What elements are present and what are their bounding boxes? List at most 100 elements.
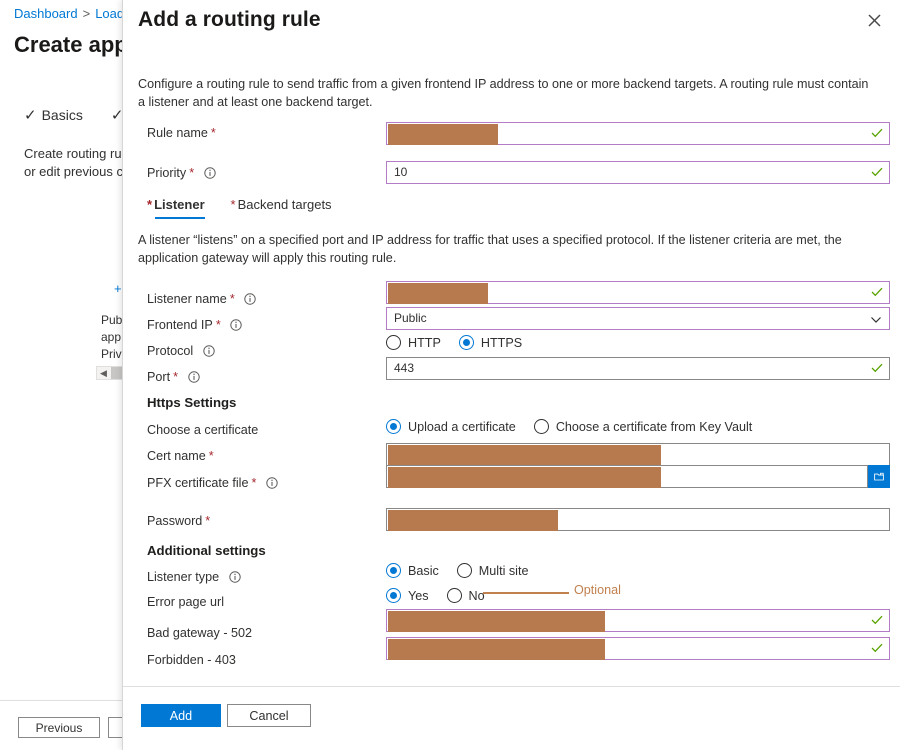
- radio-icon[interactable]: [446, 588, 462, 603]
- background-note-line2: or edit previous co: [24, 164, 131, 179]
- certificate-option-upload[interactable]: Upload a certificate: [386, 419, 516, 434]
- forbidden-label: Forbidden - 403: [147, 653, 236, 667]
- listener-description: A listener “listens” on a specified port…: [138, 233, 842, 265]
- rule-name-label-text: Rule name: [147, 126, 208, 140]
- listener-type-radio-group: Basic Multi site: [386, 563, 546, 578]
- additional-settings-header: Additional settings: [147, 543, 266, 558]
- priority-label: Priority *: [147, 166, 216, 182]
- bad-gateway-input[interactable]: [386, 609, 890, 632]
- error-page-url-option-no[interactable]: No: [446, 588, 485, 603]
- redacted-value: [388, 283, 488, 304]
- add-icon[interactable]: +: [114, 281, 122, 296]
- optional-label: Optional: [574, 583, 621, 597]
- listener-type-label: Listener type: [147, 570, 241, 586]
- redacted-value: [388, 611, 605, 632]
- frontend-ip-select[interactable]: Public: [386, 307, 890, 330]
- scroll-left-icon[interactable]: ◀: [100, 367, 107, 379]
- choose-certificate-label: Choose a certificate: [147, 423, 259, 437]
- cert-name-label-text: Cert name: [147, 449, 206, 463]
- error-page-url-option-yes[interactable]: Yes: [386, 588, 429, 603]
- required-asterisk: *: [229, 292, 235, 306]
- info-icon[interactable]: [228, 571, 241, 586]
- required-asterisk: *: [210, 126, 216, 140]
- folder-icon[interactable]: [868, 465, 890, 488]
- radio-icon[interactable]: [456, 563, 472, 578]
- protocol-option-https[interactable]: HTTPS: [458, 335, 523, 350]
- pfx-certificate-file-label: PFX certificate file *: [147, 476, 278, 492]
- breadcrumb-item-load[interactable]: Load: [95, 6, 124, 21]
- radio-selected-icon[interactable]: [386, 588, 401, 603]
- info-icon[interactable]: [203, 345, 215, 360]
- required-asterisk: *: [205, 514, 211, 528]
- tab-backend-targets[interactable]: * Backend targets: [231, 197, 332, 219]
- required-asterisk: *: [189, 166, 195, 180]
- radio-icon[interactable]: [386, 335, 401, 350]
- password-label: Password *: [147, 514, 210, 528]
- breadcrumb-item-dashboard[interactable]: Dashboard: [14, 6, 78, 21]
- previous-button[interactable]: Previous: [18, 717, 100, 738]
- protocol-option-http[interactable]: HTTP: [386, 335, 441, 350]
- tab-listener[interactable]: * Listener: [147, 197, 205, 219]
- redacted-value: [388, 445, 661, 466]
- listener-name-label: Listener name *: [147, 292, 256, 308]
- info-icon[interactable]: [203, 167, 216, 182]
- info-icon[interactable]: [230, 319, 242, 334]
- chevron-down-icon[interactable]: [870, 313, 882, 331]
- radio-selected-icon[interactable]: [386, 563, 401, 578]
- panel-header: Add a routing rule: [123, 0, 900, 56]
- required-asterisk: *: [208, 449, 214, 463]
- pfx-certificate-file-label-text: PFX certificate file: [147, 476, 249, 490]
- valid-check-icon: [871, 641, 883, 659]
- priority-label-text: Priority: [147, 166, 187, 180]
- password-input[interactable]: [386, 508, 890, 531]
- pfx-certificate-file-input[interactable]: [386, 465, 868, 488]
- add-button[interactable]: Add: [141, 704, 221, 727]
- cancel-button[interactable]: Cancel: [227, 704, 311, 727]
- priority-input[interactable]: 10: [386, 161, 890, 184]
- error-page-url-option-no-label: No: [468, 588, 485, 603]
- close-icon[interactable]: [860, 6, 888, 34]
- info-icon[interactable]: [244, 293, 256, 308]
- listener-type-option-basic[interactable]: Basic: [386, 563, 439, 578]
- listener-type-option-multisite[interactable]: Multi site: [456, 563, 528, 578]
- choose-certificate-radio-group: Upload a certificate Choose a certificat…: [386, 419, 770, 434]
- certificate-option-keyvault[interactable]: Choose a certificate from Key Vault: [533, 419, 752, 434]
- background-col-public: Pub: [101, 313, 123, 327]
- protocol-option-https-label: HTTPS: [480, 335, 523, 350]
- cert-name-label: Cert name *: [147, 449, 214, 463]
- forbidden-input[interactable]: [386, 637, 890, 660]
- certificate-option-upload-label: Upload a certificate: [408, 419, 516, 434]
- cert-name-input[interactable]: [386, 443, 890, 466]
- port-label-text: Port: [147, 370, 171, 384]
- port-value: 443: [394, 361, 415, 375]
- listener-type-label-text: Listener type: [147, 570, 220, 584]
- protocol-label: Protocol: [147, 344, 215, 360]
- panel-body: Configure a routing rule to send traffic…: [123, 56, 900, 686]
- redacted-value: [388, 639, 605, 660]
- bad-gateway-label: Bad gateway - 502: [147, 626, 253, 640]
- listener-type-option-basic-label: Basic: [408, 563, 439, 578]
- port-label: Port *: [147, 370, 200, 386]
- https-settings-header: Https Settings: [147, 395, 237, 410]
- port-input[interactable]: 443: [386, 357, 890, 380]
- valid-check-icon: [871, 126, 883, 144]
- wizard-steps: ✓ Basics ✓: [24, 106, 128, 124]
- valid-check-icon: [871, 613, 883, 631]
- rule-name-input[interactable]: [386, 122, 890, 145]
- radio-selected-icon[interactable]: [458, 335, 474, 350]
- priority-value: 10: [394, 165, 408, 179]
- info-icon[interactable]: [266, 477, 278, 492]
- redacted-value: [388, 510, 558, 531]
- valid-check-icon: [871, 165, 883, 183]
- breadcrumb-separator: >: [82, 6, 91, 21]
- rule-name-label: Rule name *: [147, 126, 216, 140]
- wizard-step-basics[interactable]: Basics: [42, 107, 83, 123]
- info-icon[interactable]: [187, 371, 200, 386]
- background-col-private: Priv: [101, 347, 122, 361]
- protocol-radio-group: HTTP HTTPS: [386, 335, 540, 350]
- radio-icon[interactable]: [533, 419, 549, 434]
- listener-name-input[interactable]: [386, 281, 890, 304]
- background-note-line1: Create routing rule: [24, 146, 132, 161]
- error-page-url-radio-group: Yes No: [386, 588, 503, 603]
- radio-selected-icon[interactable]: [386, 419, 401, 434]
